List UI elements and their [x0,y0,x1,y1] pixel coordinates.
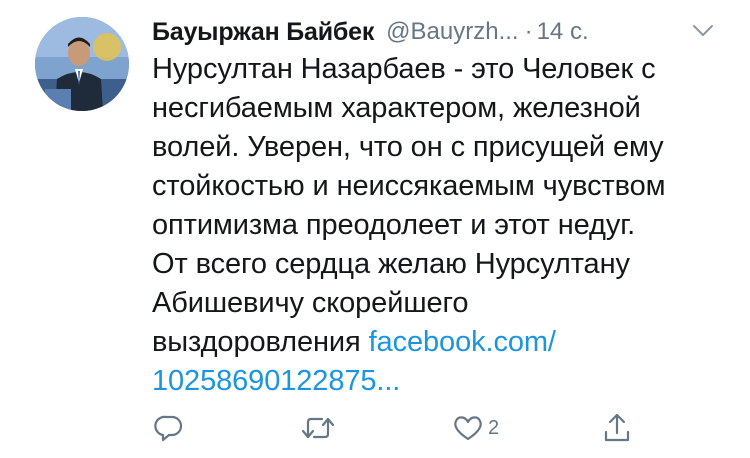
action-bar: 2 [152,408,652,448]
share-icon [602,412,632,444]
tweet[interactable]: Бауыржан Байбек @Bauyrzh... · 14 с. Нурс… [0,0,750,458]
display-name[interactable]: Бауыржан Байбек [152,18,374,47]
share-button[interactable] [602,408,632,448]
reply-icon [154,413,184,443]
tweet-text: Нурсултан Назарбаев - это Человек с несг… [152,50,732,401]
retweet-icon [300,413,336,443]
like-count: 2 [488,416,500,439]
user-handle[interactable]: @Bauyrzh... [386,18,518,46]
tweet-text-line: Абишевичу скорейшего [152,287,469,319]
separator: · [524,18,533,45]
tweet-text-fragment: выздоровления [152,326,369,358]
heart-icon [452,413,484,443]
timestamp[interactable]: 14 с. [537,18,589,46]
tweet-text-line: Нурсултан Назарбаев - это Человек с [152,53,656,85]
like-button[interactable]: 2 [452,408,499,448]
tweet-header: Бауыржан Байбек @Bauyrzh... · 14 с. [152,14,589,50]
reply-button[interactable] [154,408,184,448]
chevron-down-icon[interactable] [692,24,714,38]
avatar[interactable] [35,17,129,111]
tweet-text-line-last: выздоровления facebook.com/ [152,323,732,362]
tweet-text-line: оптимизма преодолеет и этот недуг. [152,209,636,241]
tweet-text-line: несгибаемым характером, железной [152,92,641,124]
tweet-text-line: стойкостью и неиссякаемым чувством [152,170,666,202]
tweet-link-part1[interactable]: facebook.com/ [369,326,556,358]
tweet-link-part2[interactable]: 10258690122875... [152,362,732,401]
retweet-button[interactable] [300,408,336,448]
tweet-text-line: волей. Уверен, что он с присущей ему [152,131,664,163]
tweet-text-line: От всего сердца желаю Нурсултану [152,248,630,280]
